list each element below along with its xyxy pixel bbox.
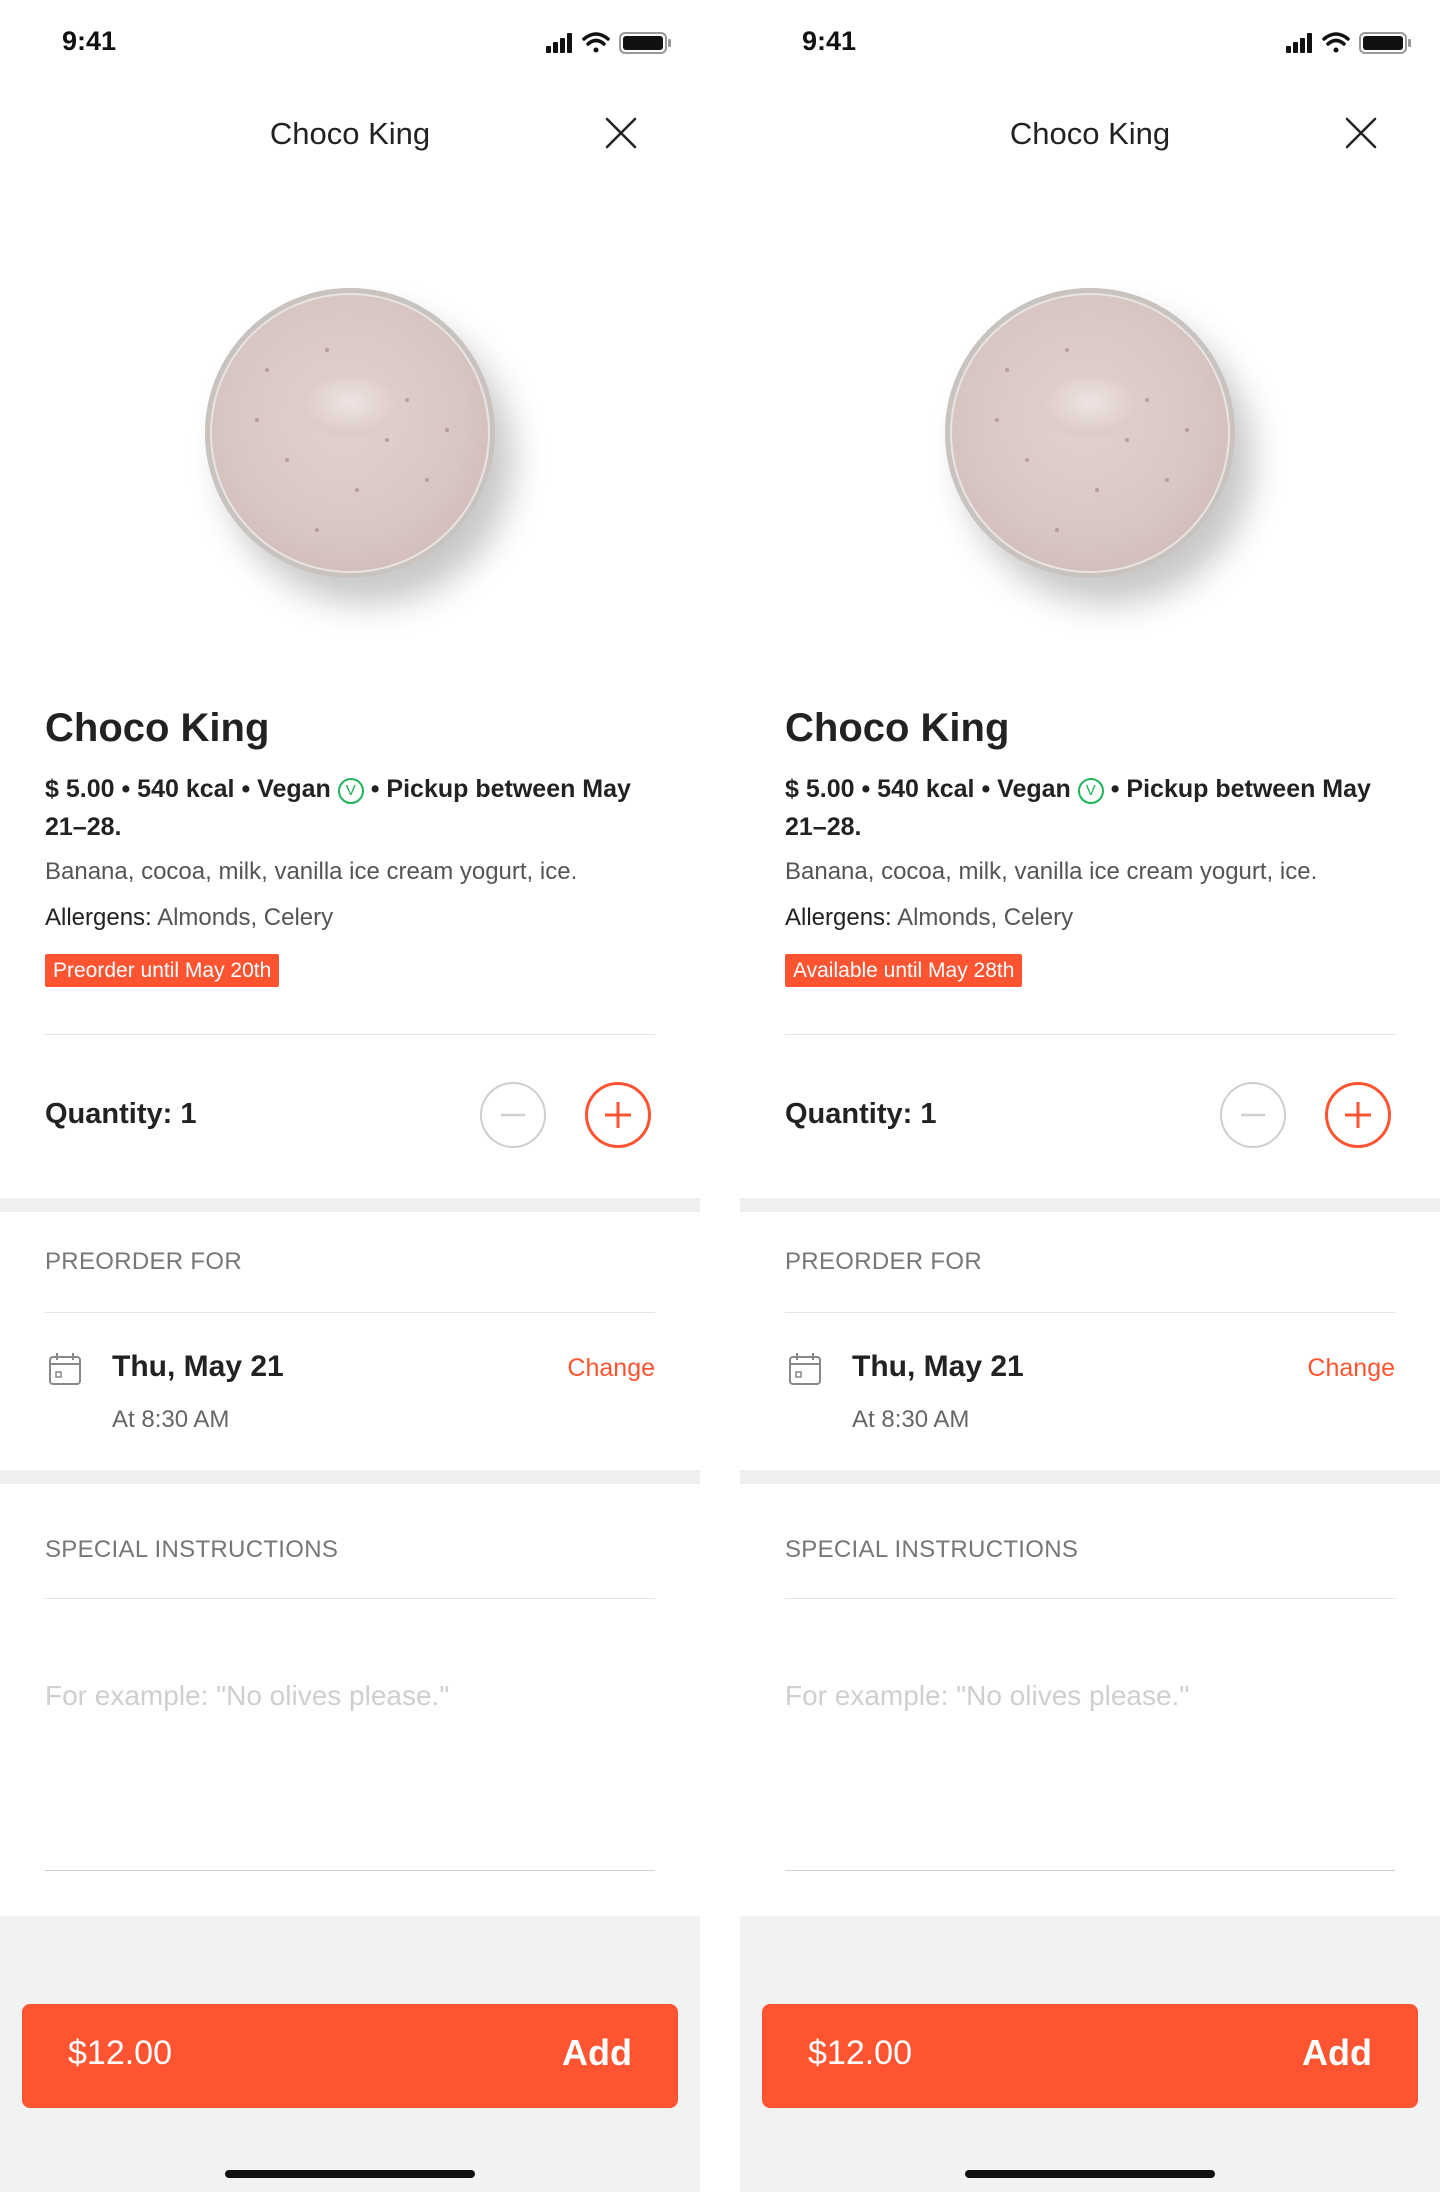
status-time: 9:41 <box>62 26 117 56</box>
page-title: Choco King <box>1009 116 1171 151</box>
product-image <box>945 288 1235 578</box>
preorder-time: At 8:30 AM <box>852 1406 970 1433</box>
product-allergens: Allergens: Almonds, Celery <box>785 904 1073 932</box>
preorder-date: Thu, May 21 <box>112 1350 284 1383</box>
add-to-order-button[interactable]: $12.00 Add <box>22 2004 678 2108</box>
product-name: Choco King <box>45 706 270 750</box>
quantity-increase-button[interactable] <box>585 1082 651 1148</box>
plus-icon <box>605 1102 631 1128</box>
special-instructions-input[interactable] <box>785 1680 1395 1712</box>
signal-icon <box>1286 33 1312 53</box>
signal-icon <box>546 33 572 53</box>
preorder-time: At 8:30 AM <box>112 1406 230 1433</box>
instructions-heading: SPECIAL INSTRUCTIONS <box>45 1536 339 1563</box>
status-time: 9:41 <box>802 26 857 56</box>
status-bar: 9:41 <box>740 0 1440 84</box>
product-price: $ 5.00 <box>45 775 115 803</box>
quantity-increase-button[interactable] <box>1325 1082 1391 1148</box>
input-underline <box>45 1870 655 1871</box>
page-title: Choco King <box>269 116 431 151</box>
availability-badge: Available until May 28th <box>785 954 1023 987</box>
product-allergens: Allergens: Almonds, Celery <box>45 904 333 932</box>
divider <box>45 1598 655 1599</box>
product-screen-preorder: 9:41 Choco King Choco King $ 5.00 • 540 … <box>0 0 700 2192</box>
product-screen-available: 9:41 Choco King Choco King $ 5.00 • 540 … <box>740 0 1440 2192</box>
divider <box>785 1312 1395 1313</box>
vegan-icon: V <box>337 778 364 804</box>
minus-icon <box>1241 1113 1265 1117</box>
quantity-label: Quantity: 1 <box>785 1098 937 1130</box>
plus-icon <box>1345 1102 1371 1128</box>
product-diet: Vegan <box>257 775 331 803</box>
divider <box>45 1312 655 1313</box>
section-separator <box>740 1470 1440 1484</box>
battery-icon <box>619 32 671 54</box>
wifi-icon <box>1322 32 1350 53</box>
product-image <box>205 288 495 578</box>
pickup-window: Pickup between May 21–28. <box>45 775 631 841</box>
product-kcal: 540 kcal <box>137 775 235 803</box>
product-meta: $ 5.00 • 540 kcal • Vegan V • Pickup bet… <box>45 775 631 841</box>
change-date-link[interactable]: Change <box>567 1354 655 1383</box>
product-name: Choco King <box>785 706 1010 750</box>
quantity-label: Quantity: 1 <box>45 1098 197 1130</box>
preorder-heading: PREORDER FOR <box>45 1248 242 1275</box>
add-to-order-button[interactable]: $12.00 Add <box>762 2004 1418 2108</box>
divider <box>785 1598 1395 1599</box>
home-indicator[interactable] <box>965 2170 1215 2178</box>
preorder-heading: PREORDER FOR <box>785 1248 982 1275</box>
calendar-icon <box>789 1353 821 1385</box>
product-meta: $ 5.00 • 540 kcal • Vegan V • Pickup bet… <box>785 775 1371 841</box>
minus-icon <box>501 1113 525 1117</box>
divider <box>45 1034 655 1035</box>
input-underline <box>785 1870 1395 1871</box>
pickup-window: Pickup between May 21–28. <box>785 775 1371 841</box>
special-instructions-input[interactable] <box>45 1680 655 1712</box>
section-separator <box>0 1470 700 1484</box>
section-separator <box>740 1198 1440 1212</box>
product-diet: Vegan <box>997 775 1071 803</box>
status-icons <box>1286 32 1411 54</box>
close-icon[interactable] <box>604 116 638 150</box>
preorder-date: Thu, May 21 <box>852 1350 1024 1383</box>
close-icon[interactable] <box>1344 116 1378 150</box>
status-icons <box>546 32 671 54</box>
order-total: $12.00 <box>68 2034 172 2072</box>
section-separator <box>0 1198 700 1212</box>
change-date-link[interactable]: Change <box>1307 1354 1395 1383</box>
product-ingredients: Banana, cocoa, milk, vanilla ice cream y… <box>785 858 1318 885</box>
product-ingredients: Banana, cocoa, milk, vanilla ice cream y… <box>45 858 578 885</box>
allergens-value: Almonds, Celery <box>897 904 1074 931</box>
order-total: $12.00 <box>808 2034 912 2072</box>
battery-icon <box>1359 32 1411 54</box>
add-label: Add <box>1302 2032 1372 2073</box>
allergens-value: Almonds, Celery <box>157 904 334 931</box>
quantity-decrease-button[interactable] <box>1220 1082 1286 1148</box>
product-price: $ 5.00 <box>785 775 855 803</box>
product-kcal: 540 kcal <box>877 775 975 803</box>
availability-badge: Preorder until May 20th <box>45 954 280 987</box>
allergens-label: Allergens: <box>45 904 152 931</box>
allergens-label: Allergens: <box>785 904 892 931</box>
home-indicator[interactable] <box>225 2170 475 2178</box>
quantity-decrease-button[interactable] <box>480 1082 546 1148</box>
calendar-icon <box>49 1353 81 1385</box>
status-bar: 9:41 <box>0 0 700 84</box>
instructions-heading: SPECIAL INSTRUCTIONS <box>785 1536 1079 1563</box>
divider <box>785 1034 1395 1035</box>
add-label: Add <box>562 2032 632 2073</box>
wifi-icon <box>582 32 610 53</box>
vegan-icon: V <box>1077 778 1104 804</box>
